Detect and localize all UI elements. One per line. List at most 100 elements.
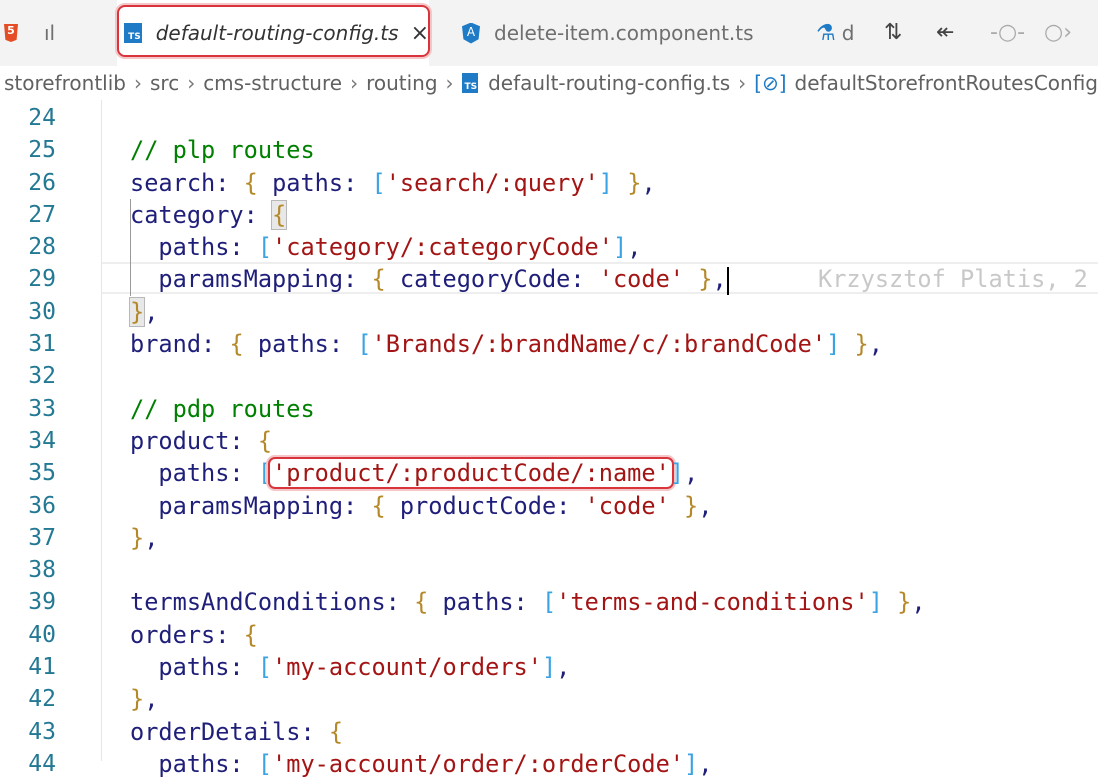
code-text: paths: — [257, 168, 372, 197]
code-line: paramsMapping: { categoryCode: 'code' },… — [130, 263, 1088, 295]
code-text: orderDetails: — [130, 717, 329, 746]
breadcrumb: storefrontlib › src › cms-structure › routi… — [0, 66, 1098, 100]
code-line: paths: ['category/:categoryCode'], — [130, 231, 926, 263]
code-text: termsAndConditions: — [130, 588, 415, 617]
line-number: 29 — [28, 266, 56, 293]
compare-changes-icon[interactable]: ⇅ — [884, 20, 902, 45]
code-line: brand: { paths: ['Brands/:brandName/c/:b… — [130, 328, 926, 360]
code-line: category: { — [130, 199, 926, 231]
code-string: 'search/:query' — [385, 168, 599, 197]
breadcrumb-item[interactable]: src — [150, 71, 179, 95]
code-text: paramsMapping: — [158, 491, 372, 520]
code-line: search: { paths: ['search/:query'] }, — [130, 167, 926, 199]
code-bracket: [ — [357, 330, 372, 359]
code-text: paramsMapping: — [158, 265, 372, 294]
code-line: }, — [130, 683, 926, 715]
tab-label: d — [841, 21, 855, 45]
code-comment: // pdp routes — [130, 394, 315, 423]
code-text: paths: — [243, 330, 358, 359]
code-text: brand: — [130, 330, 230, 359]
code-bracket: ] — [598, 168, 614, 197]
code-text: , — [144, 685, 159, 714]
code-string: 'category/:categoryCode' — [272, 233, 613, 262]
chevron-right-icon: › — [133, 71, 142, 95]
code-string: 'my-account/orders' — [272, 653, 542, 682]
tab-test[interactable]: ⚗ d — [810, 0, 870, 66]
code-bracket: [ — [257, 233, 273, 262]
tab-delete-item-component[interactable]: A delete-item.component.ts — [430, 0, 810, 66]
gutter-divider — [101, 100, 102, 761]
code-brace: } — [854, 330, 869, 359]
code-line: paramsMapping: { productCode: 'code' }, — [130, 490, 926, 522]
code-text: orders: — [130, 620, 244, 649]
code-brace: { — [229, 330, 244, 359]
code-bracket: [ — [371, 168, 386, 197]
flask-icon: ⚗ — [816, 20, 836, 46]
breadcrumb-item[interactable]: defaultStorefrontRoutesConfig — [795, 71, 1098, 95]
line-number: 30 — [28, 298, 56, 325]
code-text: , — [144, 523, 159, 552]
line-number: 25 — [28, 137, 56, 164]
code-string: 'Brands/:brandName/c/:brandCode' — [371, 330, 827, 359]
git-blame-annotation: Krzysztof Platis, 2 — [818, 265, 1088, 294]
code-line: orders: { — [130, 619, 926, 651]
code-brace: { — [243, 168, 258, 197]
line-number: 43 — [28, 718, 56, 745]
line-number: 34 — [28, 427, 56, 454]
code-text: , — [556, 653, 571, 682]
code-brace: } — [684, 491, 699, 520]
text-cursor — [726, 266, 729, 295]
code-editor[interactable]: // plp routes search: { paths: ['search/:… — [128, 102, 1088, 780]
code-brace: } — [130, 685, 145, 714]
tab-html[interactable]: 5 ıl — [0, 0, 110, 66]
breadcrumb-item[interactable]: cms-structure — [203, 71, 342, 95]
code-text: , — [868, 330, 883, 359]
code-bracket: ] — [868, 588, 883, 617]
chevron-right-icon: › — [738, 71, 747, 95]
code-bracket: ] — [612, 233, 628, 262]
line-number: 33 — [28, 395, 56, 422]
code-brace: } — [130, 523, 145, 552]
breadcrumb-item[interactable]: routing — [366, 71, 437, 95]
code-brace: } — [698, 265, 713, 294]
code-text: , — [627, 233, 642, 262]
code-line: termsAndConditions: { paths: ['terms-and… — [130, 586, 926, 618]
go-to-previous-change-icon[interactable]: ↞ — [936, 20, 954, 45]
line-number: 41 — [28, 654, 56, 681]
code-text: category: — [130, 200, 273, 229]
code-bracket: ] — [669, 459, 684, 488]
code-text: productCode: — [385, 491, 585, 520]
chevron-right-icon: › — [350, 71, 359, 95]
code-text: , — [684, 459, 699, 488]
code-text: paths: — [158, 653, 258, 682]
line-number: 36 — [28, 492, 56, 519]
symbol-variable-icon: [⊘] — [754, 71, 787, 95]
code-brace: { — [414, 588, 429, 617]
toggle-inline-icon[interactable]: -○- — [990, 20, 1025, 45]
code-line: paths: ['my-account/orders'], — [130, 651, 926, 683]
code-brace: { — [257, 426, 273, 455]
line-number: 42 — [28, 686, 56, 713]
line-number: 31 — [28, 331, 56, 358]
line-number: 44 — [28, 750, 56, 777]
breadcrumb-item[interactable]: storefrontlib — [4, 71, 126, 95]
code-bracket: ] — [826, 330, 841, 359]
code-bracket: [ — [257, 749, 273, 778]
code-text: , — [144, 297, 159, 326]
line-number: 26 — [28, 169, 56, 196]
code-brace: } — [897, 588, 912, 617]
tab-bar: 5 ıl TS default-routing-config.ts × A de… — [0, 0, 1098, 66]
code-brace: { — [271, 199, 288, 230]
chevron-right-icon: › — [445, 71, 454, 95]
code-text: categoryCode: — [385, 265, 599, 294]
code-string: 'my-account/order/:orderCode' — [272, 749, 684, 778]
go-to-next-change-icon[interactable]: ○› — [1044, 20, 1072, 45]
code-line: // plp routes — [130, 134, 926, 166]
breadcrumb-item[interactable]: default-routing-config.ts — [488, 71, 730, 95]
